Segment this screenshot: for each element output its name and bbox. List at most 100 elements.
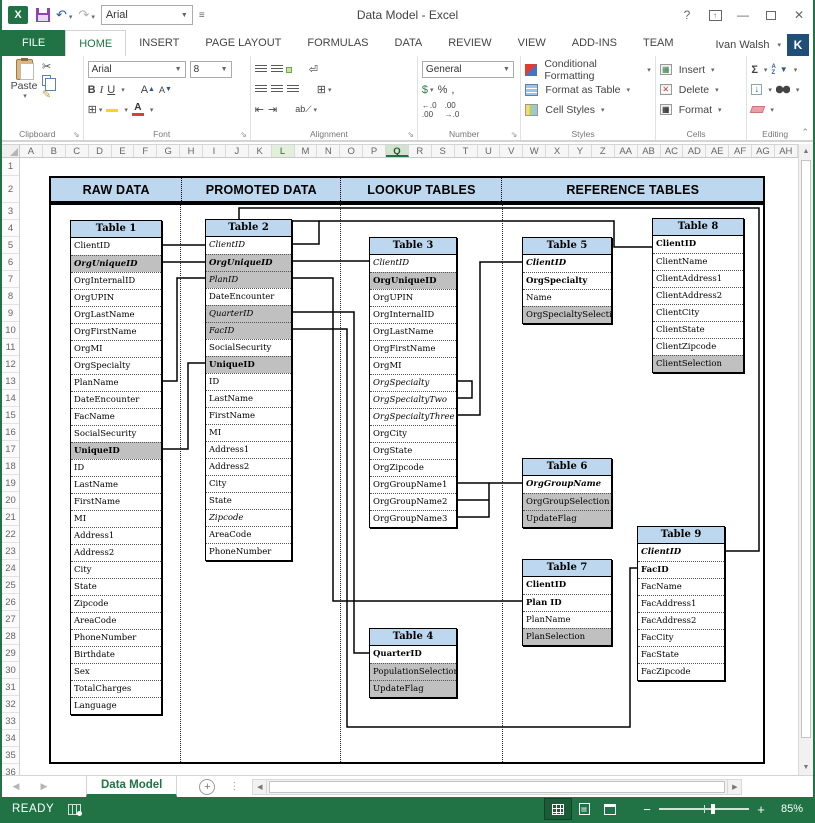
maximize-button[interactable] <box>757 0 785 30</box>
entity-table-7[interactable]: Table 7ClientIDPlan IDPlanNamePlanSelect… <box>522 559 612 646</box>
column-header-AD[interactable]: AD <box>683 145 706 157</box>
column-header-AA[interactable]: AA <box>615 145 638 157</box>
comma-style-icon[interactable]: , <box>451 84 454 96</box>
middle-align-icon[interactable] <box>271 65 283 74</box>
column-header-AE[interactable]: AE <box>706 145 729 157</box>
column-header-D[interactable]: D <box>89 145 112 157</box>
qat-font-combo[interactable]: Arial ▼ <box>101 5 193 25</box>
tab-data[interactable]: DATA <box>382 30 436 56</box>
zoom-slider-thumb[interactable] <box>711 804 715 814</box>
column-header-O[interactable]: O <box>340 145 363 157</box>
bottom-align-icon[interactable] <box>287 68 291 72</box>
user-avatar[interactable]: K <box>787 34 809 56</box>
tab-formulas[interactable]: FORMULAS <box>294 30 381 56</box>
new-sheet-button[interactable]: + <box>199 779 215 795</box>
tab-page-layout[interactable]: PAGE LAYOUT <box>192 30 294 56</box>
zoom-in-button[interactable]: + <box>753 802 769 817</box>
fill-down-icon[interactable]: ↓ <box>751 84 762 95</box>
decrease-font-size-button[interactable]: A▼ <box>159 85 172 95</box>
column-header-B[interactable]: B <box>43 145 66 157</box>
column-header-W[interactable]: W <box>523 145 546 157</box>
font-name-combo[interactable]: Arial▼ <box>88 61 186 78</box>
underline-button[interactable]: U <box>107 84 115 96</box>
number-dialog-launcher[interactable]: ⇘ <box>511 130 518 139</box>
autosum-button[interactable]: Σ <box>751 64 758 76</box>
close-button[interactable]: ✕ <box>785 0 813 30</box>
copy-icon[interactable] <box>42 75 51 86</box>
tab-file[interactable]: FILE <box>2 30 65 56</box>
column-header-M[interactable]: M <box>295 145 318 157</box>
user-name[interactable]: Ivan Walsh <box>715 39 769 51</box>
column-header-T[interactable]: T <box>455 145 478 157</box>
insert-button[interactable]: ▦ Insert▾ <box>660 60 743 79</box>
decrease-decimal-icon[interactable]: .00→.0 <box>445 101 460 119</box>
font-dialog-launcher[interactable]: ⇘ <box>240 130 247 139</box>
align-center-icon[interactable] <box>271 85 283 94</box>
column-header-J[interactable]: J <box>226 145 249 157</box>
cell-styles-button[interactable]: Cell Styles▾ <box>525 100 650 119</box>
redo-icon[interactable]: ↷▾ <box>78 7 94 23</box>
column-header-F[interactable]: F <box>134 145 157 157</box>
column-header-N[interactable]: N <box>317 145 340 157</box>
column-header-E[interactable]: E <box>112 145 135 157</box>
zoom-out-button[interactable]: − <box>639 802 655 817</box>
italic-button[interactable]: I <box>100 84 104 96</box>
ribbon-display-options-button[interactable]: ↑ <box>701 0 729 30</box>
column-header-AB[interactable]: AB <box>638 145 661 157</box>
entity-table-1[interactable]: Table 1ClientIDOrgUniqueIDOrgInternalIDO… <box>70 220 162 715</box>
increase-indent-icon[interactable]: ⇥ <box>268 103 277 116</box>
number-format-combo[interactable]: General▼ <box>422 61 514 78</box>
column-header-Q[interactable]: Q <box>386 145 409 157</box>
entity-table-4[interactable]: Table 4QuarterIDPopulationSelectionUpdat… <box>369 628 457 698</box>
scroll-left-icon[interactable]: ◀ <box>252 779 267 795</box>
sheet-tab-options-icon[interactable]: ⋮ <box>229 781 240 792</box>
font-size-combo[interactable]: 8▼ <box>190 61 232 78</box>
column-header-A[interactable]: A <box>20 145 43 157</box>
entity-table-3[interactable]: Table 3ClientIDOrgUniqueIDOrgUPINOrgInte… <box>369 237 457 528</box>
column-header-X[interactable]: X <box>546 145 569 157</box>
conditional-formatting-button[interactable]: Conditional Formatting▾ <box>525 60 650 79</box>
undo-icon[interactable]: ↶▾ <box>56 7 72 23</box>
entity-table-9[interactable]: Table 9ClientIDFacIDFacNameFacAddress1Fa… <box>637 526 725 681</box>
entity-table-6[interactable]: Table 6OrgGroupNameOrgGroupSelectionUpda… <box>522 458 612 528</box>
tab-team[interactable]: TEAM <box>630 30 687 56</box>
cut-icon[interactable]: ✂ <box>42 60 51 73</box>
sheet-nav-right-icon[interactable]: ▶ <box>30 781 58 792</box>
page-layout-view-button[interactable]: ▤ <box>571 799 597 819</box>
macro-record-icon[interactable] <box>68 804 81 815</box>
help-button[interactable]: ? <box>673 0 701 30</box>
normal-view-button[interactable] <box>545 799 571 819</box>
sort-filter-icon[interactable]: AZ <box>771 64 775 76</box>
sheet-tab-data-model[interactable]: Data Model <box>86 776 177 797</box>
column-header-S[interactable]: S <box>432 145 455 157</box>
delete-button[interactable]: ✕ Delete▾ <box>660 80 743 99</box>
alignment-dialog-launcher[interactable]: ⇘ <box>407 130 414 139</box>
vertical-scroll-thumb[interactable] <box>801 160 811 738</box>
decrease-indent-icon[interactable]: ⇤ <box>255 103 264 116</box>
format-button[interactable]: ▦ Format▾ <box>660 100 743 119</box>
scroll-down-icon[interactable]: ▼ <box>799 760 813 775</box>
percent-style-icon[interactable]: % <box>438 84 448 96</box>
qat-customize-icon[interactable]: ≡ <box>199 10 205 21</box>
save-icon[interactable] <box>36 8 50 22</box>
sheet-nav-left-icon[interactable]: ◀ <box>2 781 30 792</box>
minimize-button[interactable]: — <box>729 0 757 30</box>
column-header-AF[interactable]: AF <box>729 145 752 157</box>
fill-color-button[interactable] <box>106 108 118 112</box>
collapse-ribbon-icon[interactable]: ⌃ <box>801 127 809 138</box>
entity-table-8[interactable]: Table 8ClientIDClientNameClientAddress1C… <box>652 218 744 373</box>
column-header-L[interactable]: L <box>272 145 295 157</box>
column-header-Y[interactable]: Y <box>569 145 592 157</box>
tab-view[interactable]: VIEW <box>505 30 559 56</box>
column-header-C[interactable]: C <box>66 145 89 157</box>
column-header-G[interactable]: G <box>157 145 180 157</box>
align-right-icon[interactable] <box>287 85 299 94</box>
scroll-right-icon[interactable]: ▶ <box>727 779 742 795</box>
paste-button[interactable]: Paste ▾ <box>6 59 42 101</box>
column-header-R[interactable]: R <box>409 145 432 157</box>
column-header-H[interactable]: H <box>180 145 203 157</box>
column-header-Z[interactable]: Z <box>592 145 615 157</box>
wrap-text-icon[interactable]: ⏎ <box>309 63 318 76</box>
borders-button[interactable]: ⊞▾ <box>88 103 103 116</box>
top-align-icon[interactable] <box>255 65 267 74</box>
